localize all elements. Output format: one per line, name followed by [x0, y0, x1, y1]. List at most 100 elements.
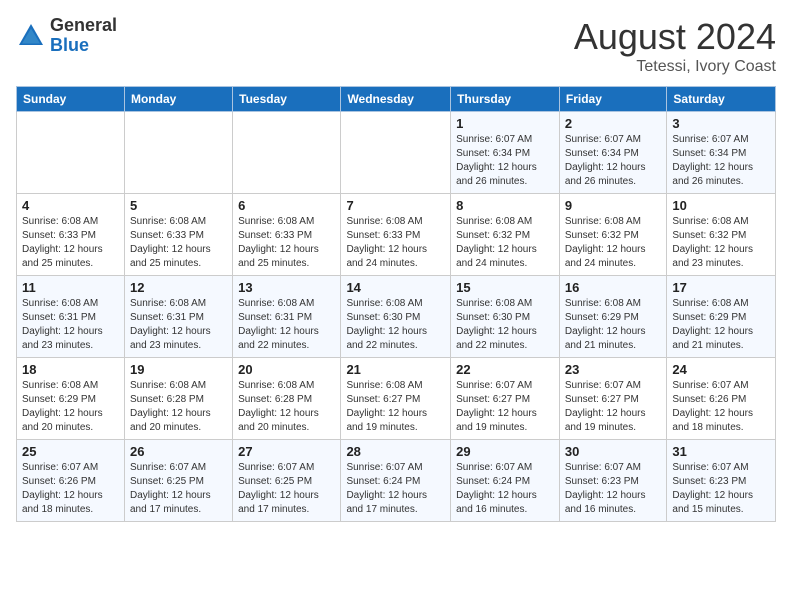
day-number: 22 [456, 362, 554, 377]
calendar-day-cell: 23 Sunrise: 6:07 AM Sunset: 6:27 PM Dayli… [559, 358, 667, 440]
calendar-day-cell: 10 Sunrise: 6:08 AM Sunset: 6:32 PM Dayli… [667, 194, 776, 276]
day-info: Sunrise: 6:08 AM Sunset: 6:31 PM Dayligh… [238, 297, 335, 353]
day-number: 30 [565, 444, 662, 459]
day-number: 13 [238, 280, 335, 295]
calendar-day-cell: 24Sunrise: 6:07 AM Sunset: 6:26 PM Dayli… [667, 358, 776, 440]
calendar-day-cell: 5 Sunrise: 6:08 AM Sunset: 6:33 PM Daylig… [124, 194, 232, 276]
day-number: 27 [238, 444, 335, 459]
day-number: 19 [130, 362, 227, 377]
logo-text: General Blue [50, 16, 117, 56]
calendar-week-row: 11Sunrise: 6:08 AM Sunset: 6:31 PM Dayli… [17, 276, 776, 358]
day-info: Sunrise: 6:07 AM Sunset: 6:24 PM Dayligh… [346, 461, 445, 517]
day-number: 3 [672, 116, 770, 131]
calendar-day-cell [233, 112, 341, 194]
day-of-week-header: Wednesday [341, 87, 451, 112]
day-info: Sunrise: 6:08 AM Sunset: 6:27 PM Dayligh… [346, 379, 445, 435]
calendar-day-cell: 8Sunrise: 6:08 AM Sunset: 6:32 PM Daylig… [451, 194, 560, 276]
day-number: 4 [22, 198, 119, 213]
sub-title: Tetessi, Ivory Coast [574, 58, 776, 76]
day-info: Sunrise: 6:07 AM Sunset: 6:24 PM Dayligh… [456, 461, 554, 517]
day-info: Sunrise: 6:07 AM Sunset: 6:25 PM Dayligh… [130, 461, 227, 517]
day-info: Sunrise: 6:08 AM Sunset: 6:33 PM Dayligh… [130, 215, 227, 271]
day-number: 5 [130, 198, 227, 213]
day-number: 9 [565, 198, 662, 213]
day-of-week-header: Monday [124, 87, 232, 112]
page-header: General Blue August 2024 Tetessi, Ivory … [16, 16, 776, 76]
calendar-day-cell: 14 Sunrise: 6:08 AM Sunset: 6:30 PM Dayli… [341, 276, 451, 358]
logo: General Blue [16, 16, 117, 56]
day-number: 16 [565, 280, 662, 295]
day-info: Sunrise: 6:07 AM Sunset: 6:34 PM Dayligh… [565, 133, 662, 189]
calendar-day-cell: 3 Sunrise: 6:07 AM Sunset: 6:34 PM Daylig… [667, 112, 776, 194]
calendar-day-cell: 7Sunrise: 6:08 AM Sunset: 6:33 PM Daylig… [341, 194, 451, 276]
day-info: Sunrise: 6:08 AM Sunset: 6:33 PM Dayligh… [22, 215, 119, 271]
calendar-day-cell: 15Sunrise: 6:08 AM Sunset: 6:30 PM Dayli… [451, 276, 560, 358]
day-of-week-header: Sunday [17, 87, 125, 112]
day-number: 2 [565, 116, 662, 131]
day-info: Sunrise: 6:07 AM Sunset: 6:27 PM Dayligh… [456, 379, 554, 435]
day-number: 20 [238, 362, 335, 377]
day-info: Sunrise: 6:08 AM Sunset: 6:29 PM Dayligh… [565, 297, 662, 353]
day-info: Sunrise: 6:08 AM Sunset: 6:32 PM Dayligh… [565, 215, 662, 271]
calendar-week-row: 1 Sunrise: 6:07 AM Sunset: 6:34 PM Daylig… [17, 112, 776, 194]
day-info: Sunrise: 6:07 AM Sunset: 6:34 PM Dayligh… [456, 133, 554, 189]
calendar-body: 1 Sunrise: 6:07 AM Sunset: 6:34 PM Daylig… [17, 112, 776, 522]
calendar-day-cell: 17 Sunrise: 6:08 AM Sunset: 6:29 PM Dayli… [667, 276, 776, 358]
day-info: Sunrise: 6:08 AM Sunset: 6:31 PM Dayligh… [130, 297, 227, 353]
day-number: 7 [346, 198, 445, 213]
day-of-week-header: Saturday [667, 87, 776, 112]
calendar-day-cell: 28 Sunrise: 6:07 AM Sunset: 6:24 PM Dayli… [341, 440, 451, 522]
calendar-day-cell: 21Sunrise: 6:08 AM Sunset: 6:27 PM Dayli… [341, 358, 451, 440]
calendar-day-cell: 29 Sunrise: 6:07 AM Sunset: 6:24 PM Dayli… [451, 440, 560, 522]
calendar-day-cell: 1 Sunrise: 6:07 AM Sunset: 6:34 PM Daylig… [451, 112, 560, 194]
day-number: 25 [22, 444, 119, 459]
calendar-week-row: 18 Sunrise: 6:08 AM Sunset: 6:29 PM Dayli… [17, 358, 776, 440]
day-info: Sunrise: 6:08 AM Sunset: 6:30 PM Dayligh… [456, 297, 554, 353]
calendar-week-row: 4 Sunrise: 6:08 AM Sunset: 6:33 PM Daylig… [17, 194, 776, 276]
calendar-day-cell [17, 112, 125, 194]
day-number: 12 [130, 280, 227, 295]
calendar-day-cell: 19Sunrise: 6:08 AM Sunset: 6:28 PM Dayli… [124, 358, 232, 440]
day-info: Sunrise: 6:08 AM Sunset: 6:28 PM Dayligh… [238, 379, 335, 435]
calendar-week-row: 25 Sunrise: 6:07 AM Sunset: 6:26 PM Dayli… [17, 440, 776, 522]
day-info: Sunrise: 6:08 AM Sunset: 6:29 PM Dayligh… [672, 297, 770, 353]
day-number: 23 [565, 362, 662, 377]
day-info: Sunrise: 6:07 AM Sunset: 6:34 PM Dayligh… [672, 133, 770, 189]
logo-icon [16, 21, 46, 51]
day-of-week-header: Thursday [451, 87, 560, 112]
day-of-week-header: Friday [559, 87, 667, 112]
calendar-day-cell: 31Sunrise: 6:07 AM Sunset: 6:23 PM Dayli… [667, 440, 776, 522]
day-info: Sunrise: 6:07 AM Sunset: 6:27 PM Dayligh… [565, 379, 662, 435]
calendar-day-cell: 20 Sunrise: 6:08 AM Sunset: 6:28 PM Dayli… [233, 358, 341, 440]
day-number: 10 [672, 198, 770, 213]
calendar-day-cell: 13 Sunrise: 6:08 AM Sunset: 6:31 PM Dayli… [233, 276, 341, 358]
day-info: Sunrise: 6:07 AM Sunset: 6:25 PM Dayligh… [238, 461, 335, 517]
day-number: 28 [346, 444, 445, 459]
day-number: 6 [238, 198, 335, 213]
day-number: 1 [456, 116, 554, 131]
calendar-day-cell [124, 112, 232, 194]
day-info: Sunrise: 6:08 AM Sunset: 6:32 PM Dayligh… [672, 215, 770, 271]
calendar-day-cell: 18 Sunrise: 6:08 AM Sunset: 6:29 PM Dayli… [17, 358, 125, 440]
calendar-day-cell: 25 Sunrise: 6:07 AM Sunset: 6:26 PM Dayli… [17, 440, 125, 522]
day-number: 24 [672, 362, 770, 377]
day-number: 18 [22, 362, 119, 377]
day-of-week-header: Tuesday [233, 87, 341, 112]
calendar-day-cell [341, 112, 451, 194]
day-number: 17 [672, 280, 770, 295]
day-number: 29 [456, 444, 554, 459]
day-number: 14 [346, 280, 445, 295]
calendar-header-row: SundayMondayTuesdayWednesdayThursdayFrid… [17, 87, 776, 112]
calendar-day-cell: 26 Sunrise: 6:07 AM Sunset: 6:25 PM Dayli… [124, 440, 232, 522]
day-info: Sunrise: 6:07 AM Sunset: 6:26 PM Dayligh… [22, 461, 119, 517]
main-title: August 2024 [574, 16, 776, 58]
day-info: Sunrise: 6:07 AM Sunset: 6:23 PM Dayligh… [672, 461, 770, 517]
day-info: Sunrise: 6:08 AM Sunset: 6:31 PM Dayligh… [22, 297, 119, 353]
calendar-table: SundayMondayTuesdayWednesdayThursdayFrid… [16, 86, 776, 522]
day-info: Sunrise: 6:08 AM Sunset: 6:30 PM Dayligh… [346, 297, 445, 353]
calendar-day-cell: 12 Sunrise: 6:08 AM Sunset: 6:31 PM Dayli… [124, 276, 232, 358]
day-number: 26 [130, 444, 227, 459]
calendar-day-cell: 2 Sunrise: 6:07 AM Sunset: 6:34 PM Daylig… [559, 112, 667, 194]
calendar-day-cell: 11Sunrise: 6:08 AM Sunset: 6:31 PM Dayli… [17, 276, 125, 358]
day-info: Sunrise: 6:08 AM Sunset: 6:29 PM Dayligh… [22, 379, 119, 435]
